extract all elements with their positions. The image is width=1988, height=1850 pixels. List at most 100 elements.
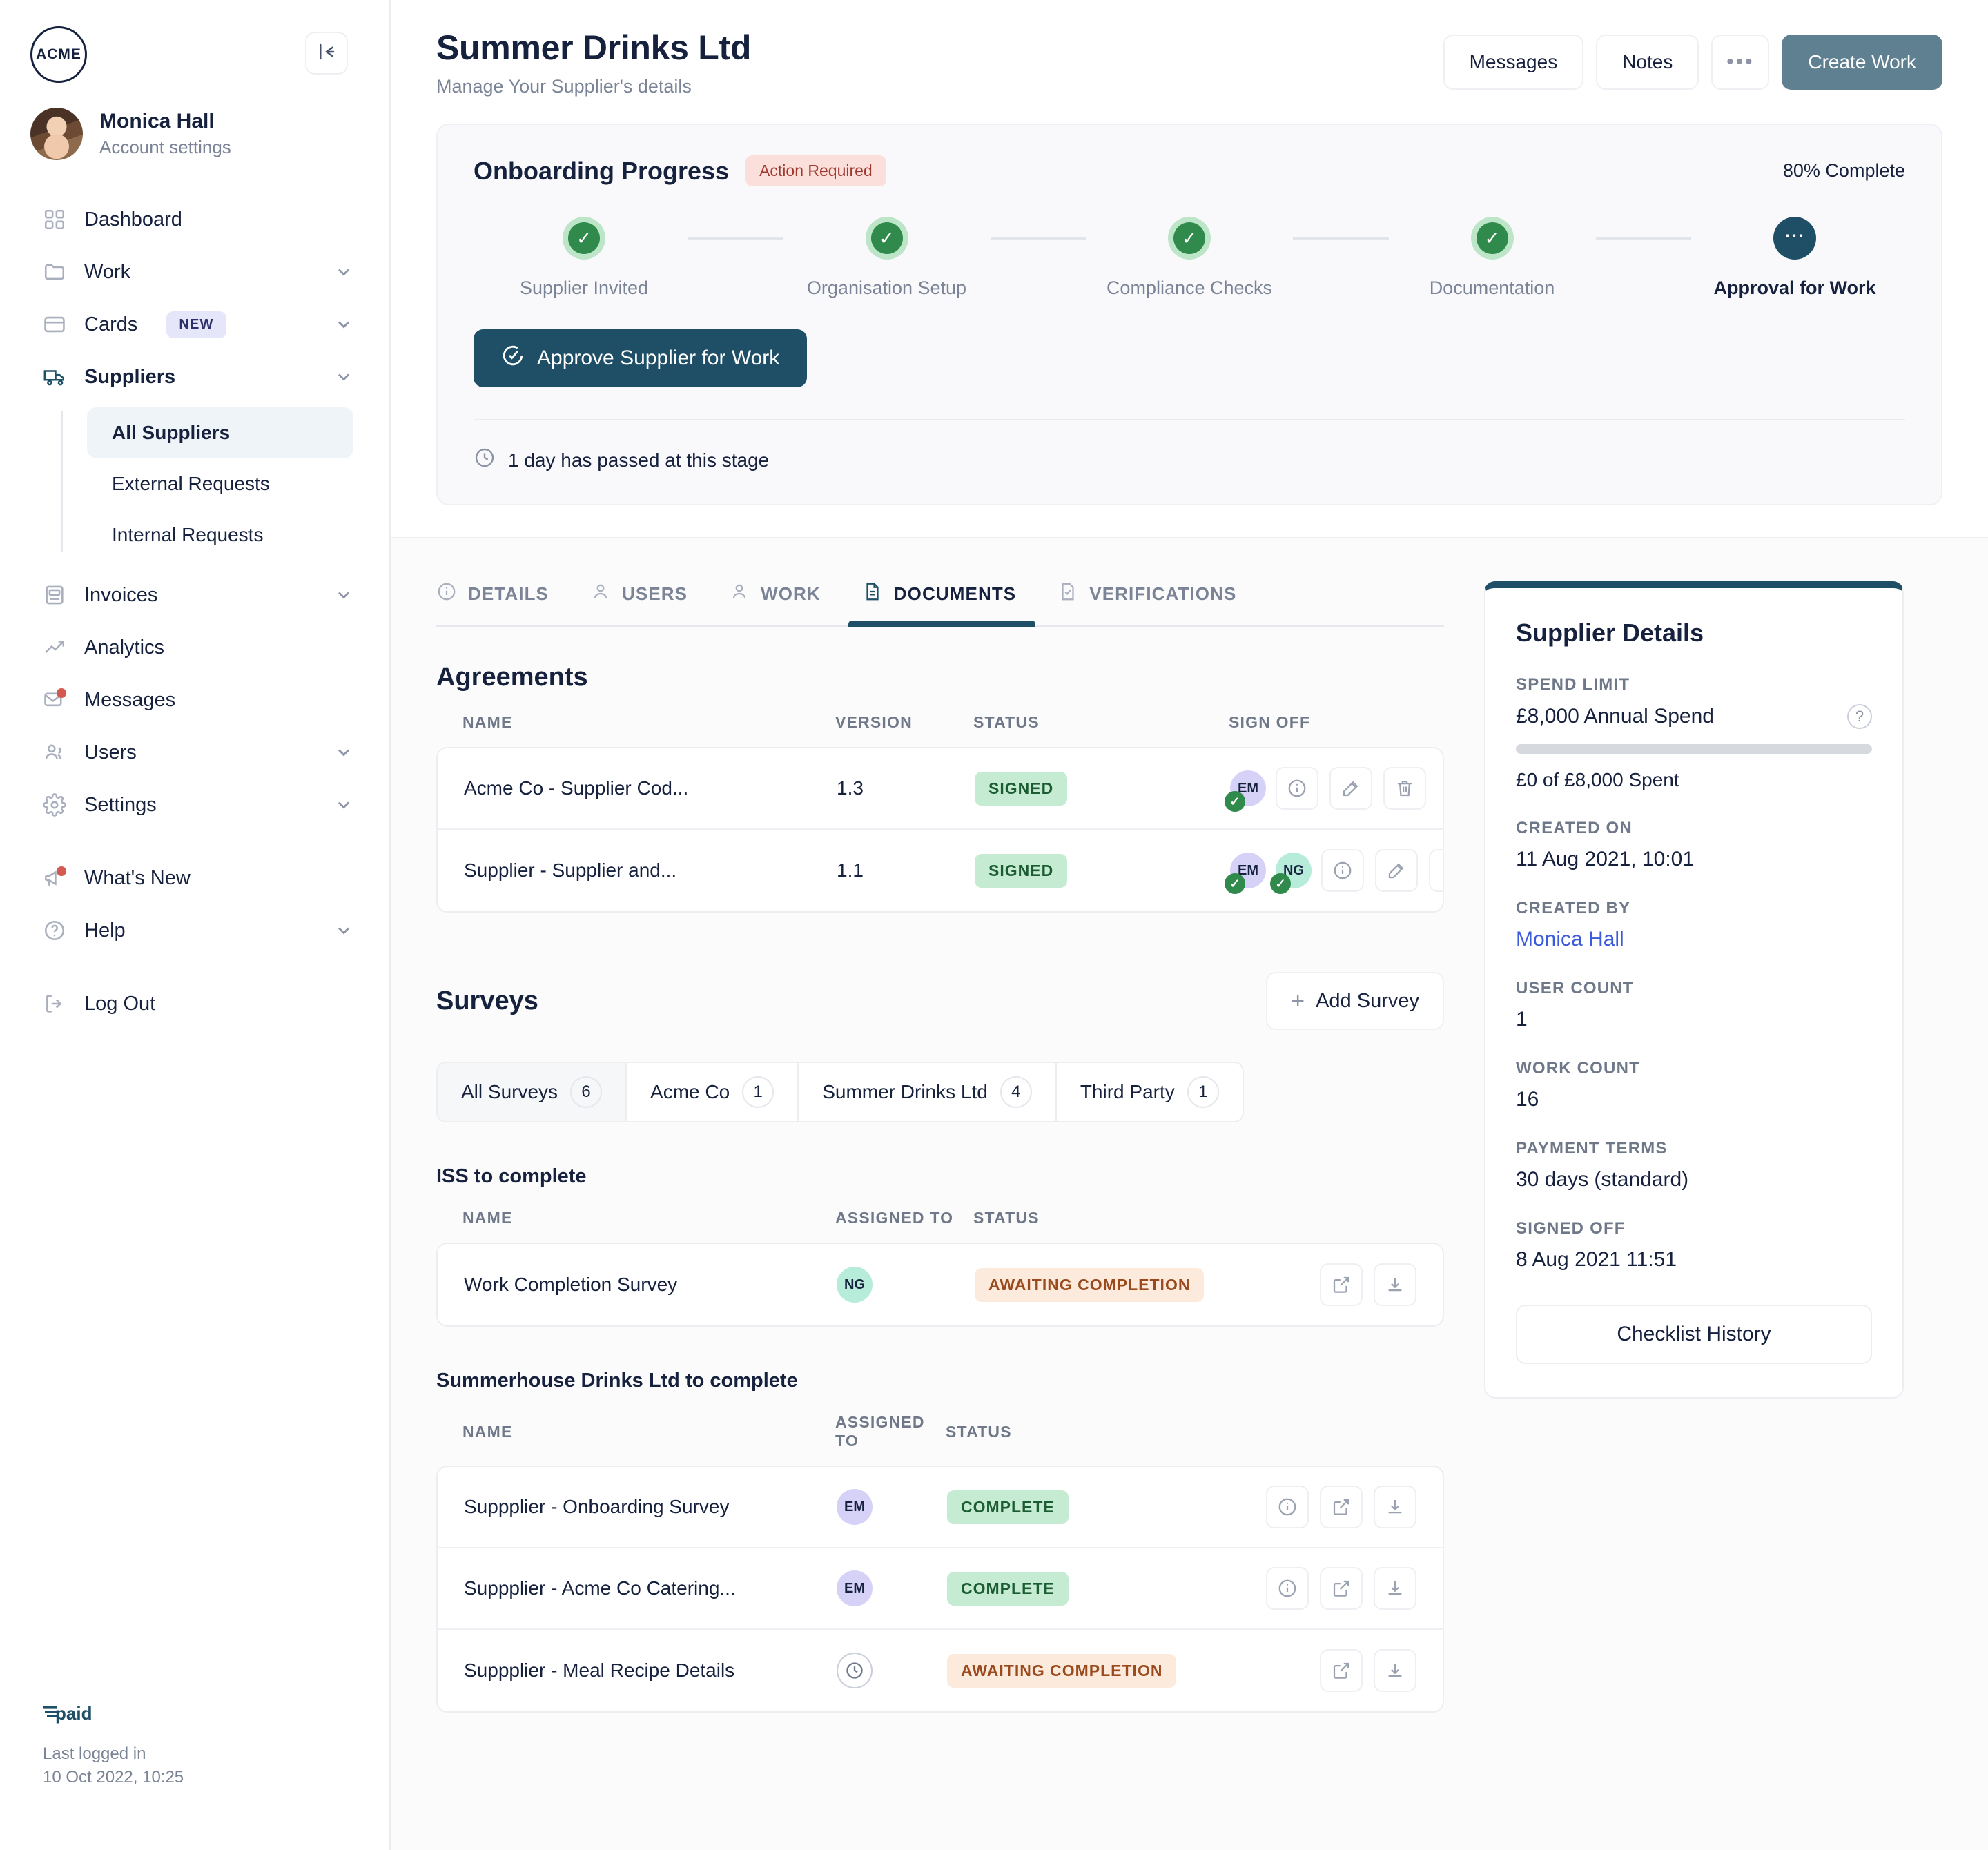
surveys-heading: Surveys xyxy=(436,986,538,1015)
step-label: Organisation Setup xyxy=(806,278,967,298)
info-icon[interactable] xyxy=(1266,1486,1309,1528)
signer-avatar[interactable]: EM ✓ xyxy=(1225,770,1266,812)
sidebar-item-work[interactable]: Work xyxy=(0,246,389,298)
sidebar-item-cards[interactable]: Cards NEW xyxy=(0,298,389,351)
profile-subtitle: Account settings xyxy=(99,136,231,157)
tab-label: DETAILS xyxy=(468,583,549,604)
step-supplier-invited[interactable]: ✓ Supplier Invited xyxy=(480,217,688,299)
collapse-sidebar-button[interactable] xyxy=(305,32,348,75)
sidebar-item-messages[interactable]: Messages xyxy=(0,674,389,726)
divider xyxy=(474,419,1905,420)
step-approval-for-work[interactable]: ⋯ Approval for Work xyxy=(1691,217,1898,299)
sidebar-item-help[interactable]: Help xyxy=(0,904,389,957)
column-header-status: STATUS xyxy=(946,1422,1012,1441)
survey-group-heading: ISS to complete xyxy=(436,1165,587,1187)
step-organisation-setup[interactable]: ✓ Organisation Setup xyxy=(783,217,991,299)
signer-avatar[interactable]: EM ✓ xyxy=(1225,853,1266,894)
step-compliance-checks[interactable]: ✓ Compliance Checks xyxy=(1086,217,1293,299)
profile-name: Monica Hall xyxy=(99,110,215,133)
status-badge: AWAITING COMPLETION xyxy=(975,1267,1205,1302)
spend-limit-label: SPEND LIMIT xyxy=(1516,675,1630,694)
sidebar-item-internal-requests[interactable]: Internal Requests xyxy=(87,509,353,561)
approve-supplier-label: Approve Supplier for Work xyxy=(537,347,780,369)
user-profile[interactable]: Monica Hall Account settings xyxy=(0,83,389,160)
work-count-label: WORK COUNT xyxy=(1516,1059,1640,1078)
table-row[interactable]: Suppplier - Acme Co Catering... EM COMPL… xyxy=(438,1548,1443,1630)
signer-avatar[interactable]: NG ✓ xyxy=(1270,853,1312,894)
survey-filter-all-surveys[interactable]: All Surveys 6 xyxy=(438,1063,627,1121)
info-circle-icon xyxy=(436,581,457,607)
check-icon: ✓ xyxy=(1225,791,1245,812)
sidebar-item-suppliers[interactable]: Suppliers xyxy=(0,351,389,403)
page-title: Summer Drinks Ltd xyxy=(436,28,752,67)
download-icon[interactable] xyxy=(1374,1263,1416,1306)
sidebar-item-label: Cards xyxy=(84,313,138,335)
sidebar-item-invoices[interactable]: Invoices xyxy=(0,569,389,621)
sidebar-item-analytics[interactable]: Analytics xyxy=(0,621,389,674)
table-row[interactable]: Suppplier - Onboarding Survey EM COMPLET… xyxy=(438,1467,1443,1548)
chevron-down-icon[interactable] xyxy=(334,585,353,605)
chevron-down-icon[interactable] xyxy=(334,743,353,762)
open-external-icon[interactable] xyxy=(1320,1649,1363,1692)
sidebar-top: ACME xyxy=(0,0,389,83)
edit-icon[interactable] xyxy=(1329,767,1372,810)
onboarding-header: Onboarding Progress Action Required 80% … xyxy=(474,155,1905,186)
sidebar-item-settings[interactable]: Settings xyxy=(0,779,389,831)
created-by-value[interactable]: Monica Hall xyxy=(1516,928,1872,951)
sidebar-item-log-out[interactable]: Log Out xyxy=(0,977,389,1030)
user-icon xyxy=(590,581,611,607)
sidebar-item-dashboard[interactable]: Dashboard xyxy=(0,193,389,246)
edit-icon[interactable] xyxy=(1375,849,1418,892)
step-documentation[interactable]: ✓ Documentation xyxy=(1389,217,1596,299)
survey-group-heading: Summerhouse Drinks Ltd to complete xyxy=(436,1370,798,1392)
sidebar-item-all-suppliers[interactable]: All Suppliers xyxy=(87,407,353,458)
open-external-icon[interactable] xyxy=(1320,1567,1363,1610)
assignee-avatar[interactable]: EM xyxy=(837,1489,873,1525)
last-logged-in-value: 10 Oct 2022, 10:25 xyxy=(43,1767,184,1786)
tab-details[interactable]: DETAILS xyxy=(436,581,572,625)
open-external-icon[interactable] xyxy=(1320,1486,1363,1528)
chevron-down-icon[interactable] xyxy=(334,921,353,940)
approve-supplier-button[interactable]: Approve Supplier for Work xyxy=(474,329,808,387)
info-icon[interactable] xyxy=(1321,849,1364,892)
help-circle-icon[interactable]: ? xyxy=(1847,704,1872,729)
filter-label: All Surveys xyxy=(461,1081,558,1102)
chevron-down-icon[interactable] xyxy=(334,367,353,387)
tab-documents[interactable]: DOCUMENTS xyxy=(848,581,1040,627)
sidebar-item-users[interactable]: Users xyxy=(0,726,389,779)
notes-button[interactable]: Notes xyxy=(1596,35,1699,90)
delete-icon[interactable] xyxy=(1383,767,1426,810)
assignee-avatar[interactable]: EM xyxy=(837,1570,873,1606)
checklist-history-button[interactable]: Checklist History xyxy=(1516,1305,1872,1364)
chevron-down-icon[interactable] xyxy=(334,262,353,282)
chevron-down-icon[interactable] xyxy=(334,795,353,815)
sidebar-item-whats-new[interactable]: What's New xyxy=(0,852,389,904)
table-row[interactable]: Suppplier - Meal Recipe Details AWAITING… xyxy=(438,1630,1443,1711)
tab-verifications[interactable]: VERIFICATIONS xyxy=(1058,581,1260,625)
add-survey-button[interactable]: + Add Survey xyxy=(1266,972,1444,1030)
info-icon[interactable] xyxy=(1276,767,1318,810)
table-row[interactable]: Acme Co - Supplier Cod... 1.3 SIGNED EM … xyxy=(438,748,1443,830)
create-work-button[interactable]: Create Work xyxy=(1782,35,1942,90)
onboarding-progress-card: Onboarding Progress Action Required 80% … xyxy=(436,124,1942,505)
survey-filter-acme-co[interactable]: Acme Co 1 xyxy=(627,1063,799,1121)
survey-filter-summer-drinks-ltd[interactable]: Summer Drinks Ltd 4 xyxy=(799,1063,1057,1121)
sidebar-footer: paid Last logged in 10 Oct 2022, 10:25 xyxy=(43,1700,184,1789)
tab-users[interactable]: USERS xyxy=(590,581,711,625)
sidebar-item-label: Settings xyxy=(84,793,157,816)
download-icon[interactable] xyxy=(1374,1649,1416,1692)
download-icon[interactable] xyxy=(1374,1486,1416,1528)
messages-button[interactable]: Messages xyxy=(1443,35,1584,90)
table-row[interactable]: Supplier - Supplier and... 1.1 SIGNED EM… xyxy=(438,830,1443,911)
more-options-button[interactable]: ••• xyxy=(1711,35,1770,90)
delete-icon[interactable] xyxy=(1429,849,1443,892)
tab-work[interactable]: WORK xyxy=(729,581,844,625)
survey-filter-third-party[interactable]: Third Party 1 xyxy=(1057,1063,1242,1121)
download-icon[interactable] xyxy=(1374,1567,1416,1610)
table-row[interactable]: Work Completion Survey NG AWAITING COMPL… xyxy=(438,1244,1443,1325)
open-external-icon[interactable] xyxy=(1320,1263,1363,1306)
assignee-avatar[interactable]: NG xyxy=(837,1267,873,1303)
info-icon[interactable] xyxy=(1266,1567,1309,1610)
chevron-down-icon[interactable] xyxy=(334,315,353,334)
sidebar-item-external-requests[interactable]: External Requests xyxy=(87,458,353,509)
